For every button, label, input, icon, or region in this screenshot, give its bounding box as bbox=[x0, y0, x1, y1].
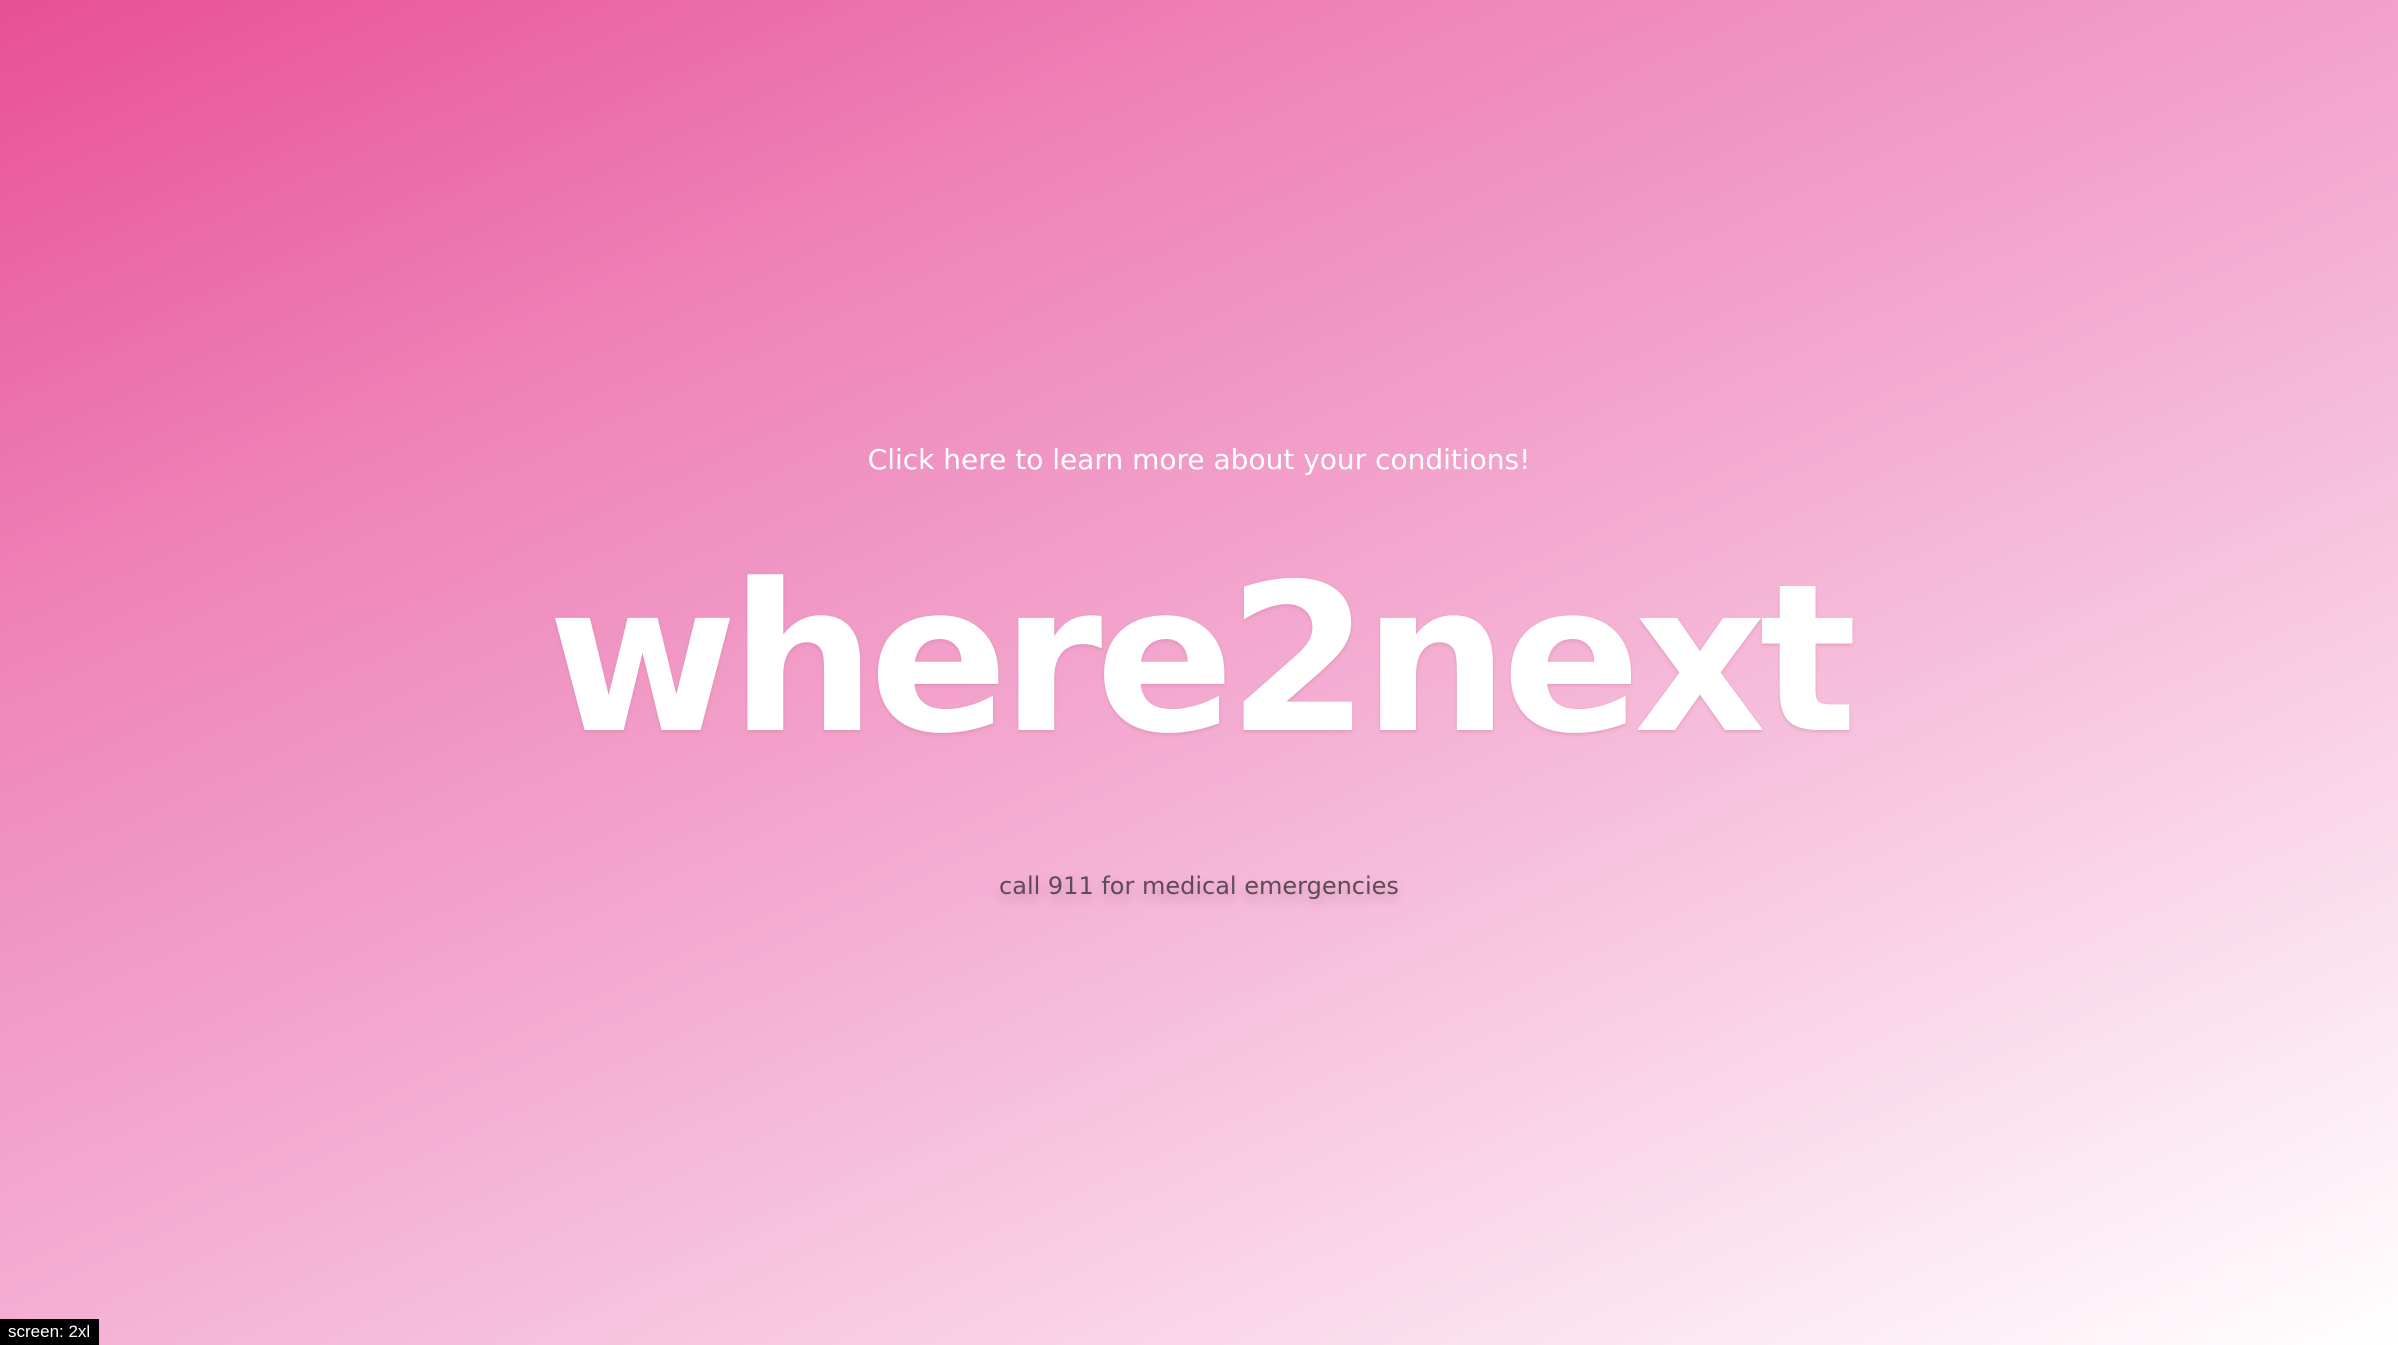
app-logo-wordmark: where2next bbox=[547, 541, 1857, 779]
landing-page: Click here to learn more about your cond… bbox=[0, 0, 2398, 1345]
emergency-notice: call 911 for medical emergencies bbox=[999, 872, 1399, 900]
learn-more-link[interactable]: Click here to learn more about your cond… bbox=[0, 440, 2398, 480]
screen-size-badge: screen: 2xl bbox=[0, 1319, 100, 1345]
